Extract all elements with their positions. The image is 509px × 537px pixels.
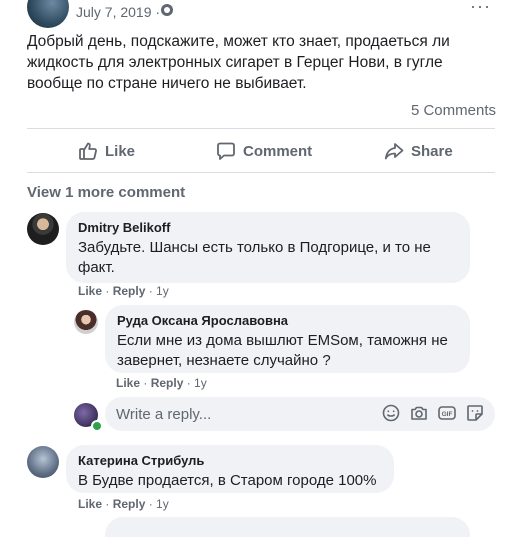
- camera-icon[interactable]: [409, 403, 429, 423]
- post-text: Добрый день, подскажите, может кто знает…: [27, 33, 450, 92]
- comment-like-link[interactable]: Like: [78, 284, 102, 298]
- comment-like-link[interactable]: Like: [78, 497, 102, 511]
- comment-text: Если мне из дома вышлют EMSом, таможня н…: [117, 332, 448, 369]
- comment-bubble: [105, 517, 470, 537]
- comment-age[interactable]: 1y: [156, 284, 169, 298]
- more-icon[interactable]: ···: [470, 0, 491, 17]
- comments-count[interactable]: 5 Comments: [411, 102, 496, 119]
- comment-meta: Like · Reply · 1y: [78, 497, 169, 511]
- comment-icon: [217, 142, 235, 160]
- comment-reply-link[interactable]: Reply: [113, 284, 146, 298]
- comment-button[interactable]: Comment: [216, 141, 312, 161]
- share-label: Share: [411, 142, 453, 160]
- comment-age[interactable]: 1y: [194, 376, 207, 390]
- comment-text: В Будве продается, в Старом городе 100%: [78, 472, 377, 489]
- avatar[interactable]: [27, 213, 59, 245]
- comment-bubble: Dmitry Belikoff Забудьте. Шансы есть тол…: [66, 212, 470, 283]
- share-button[interactable]: Share: [384, 141, 453, 161]
- comment-author[interactable]: Катерина Стрибуль: [78, 453, 382, 468]
- like-label: Like: [105, 142, 136, 160]
- comment-meta: Like · Reply · 1y: [116, 376, 207, 390]
- comment-reply-link[interactable]: Reply: [113, 497, 146, 511]
- avatar[interactable]: [27, 446, 59, 478]
- comment-bubble: Руда Оксана Ярославовна Если мне из дома…: [105, 305, 470, 373]
- comment-author[interactable]: Dmitry Belikoff: [78, 220, 458, 235]
- comment-label: Comment: [243, 142, 313, 160]
- comment-meta: Like · Reply · 1y: [78, 284, 169, 298]
- view-more-comments[interactable]: View 1 more comment: [27, 184, 185, 201]
- globe-icon: [161, 4, 173, 16]
- comment-author[interactable]: Руда Оксана Ярославовна: [117, 313, 458, 328]
- gif-icon[interactable]: GIF: [437, 403, 457, 423]
- like-button[interactable]: Like: [78, 141, 135, 161]
- comment-bubble: Катерина Стрибуль В Будве продается, в С…: [66, 445, 394, 493]
- emoji-icon[interactable]: [381, 403, 401, 423]
- divider: [27, 128, 495, 129]
- like-icon: [79, 142, 97, 160]
- avatar[interactable]: [74, 310, 98, 334]
- post-date[interactable]: July 7, 2019 ·: [76, 4, 160, 20]
- comment-age[interactable]: 1y: [156, 497, 169, 511]
- reply-placeholder[interactable]: Write a reply...: [116, 406, 211, 423]
- comment-like-link[interactable]: Like: [116, 376, 140, 390]
- sticker-icon[interactable]: [465, 403, 485, 423]
- svg-text:GIF: GIF: [442, 411, 453, 418]
- share-icon: [384, 143, 404, 160]
- online-indicator: [91, 420, 103, 432]
- comment-text: Забудьте. Шансы есть только в Подгорице,…: [78, 239, 431, 276]
- comment-reply-link[interactable]: Reply: [151, 376, 184, 390]
- post-author-avatar[interactable]: [27, 0, 69, 28]
- divider: [27, 172, 495, 173]
